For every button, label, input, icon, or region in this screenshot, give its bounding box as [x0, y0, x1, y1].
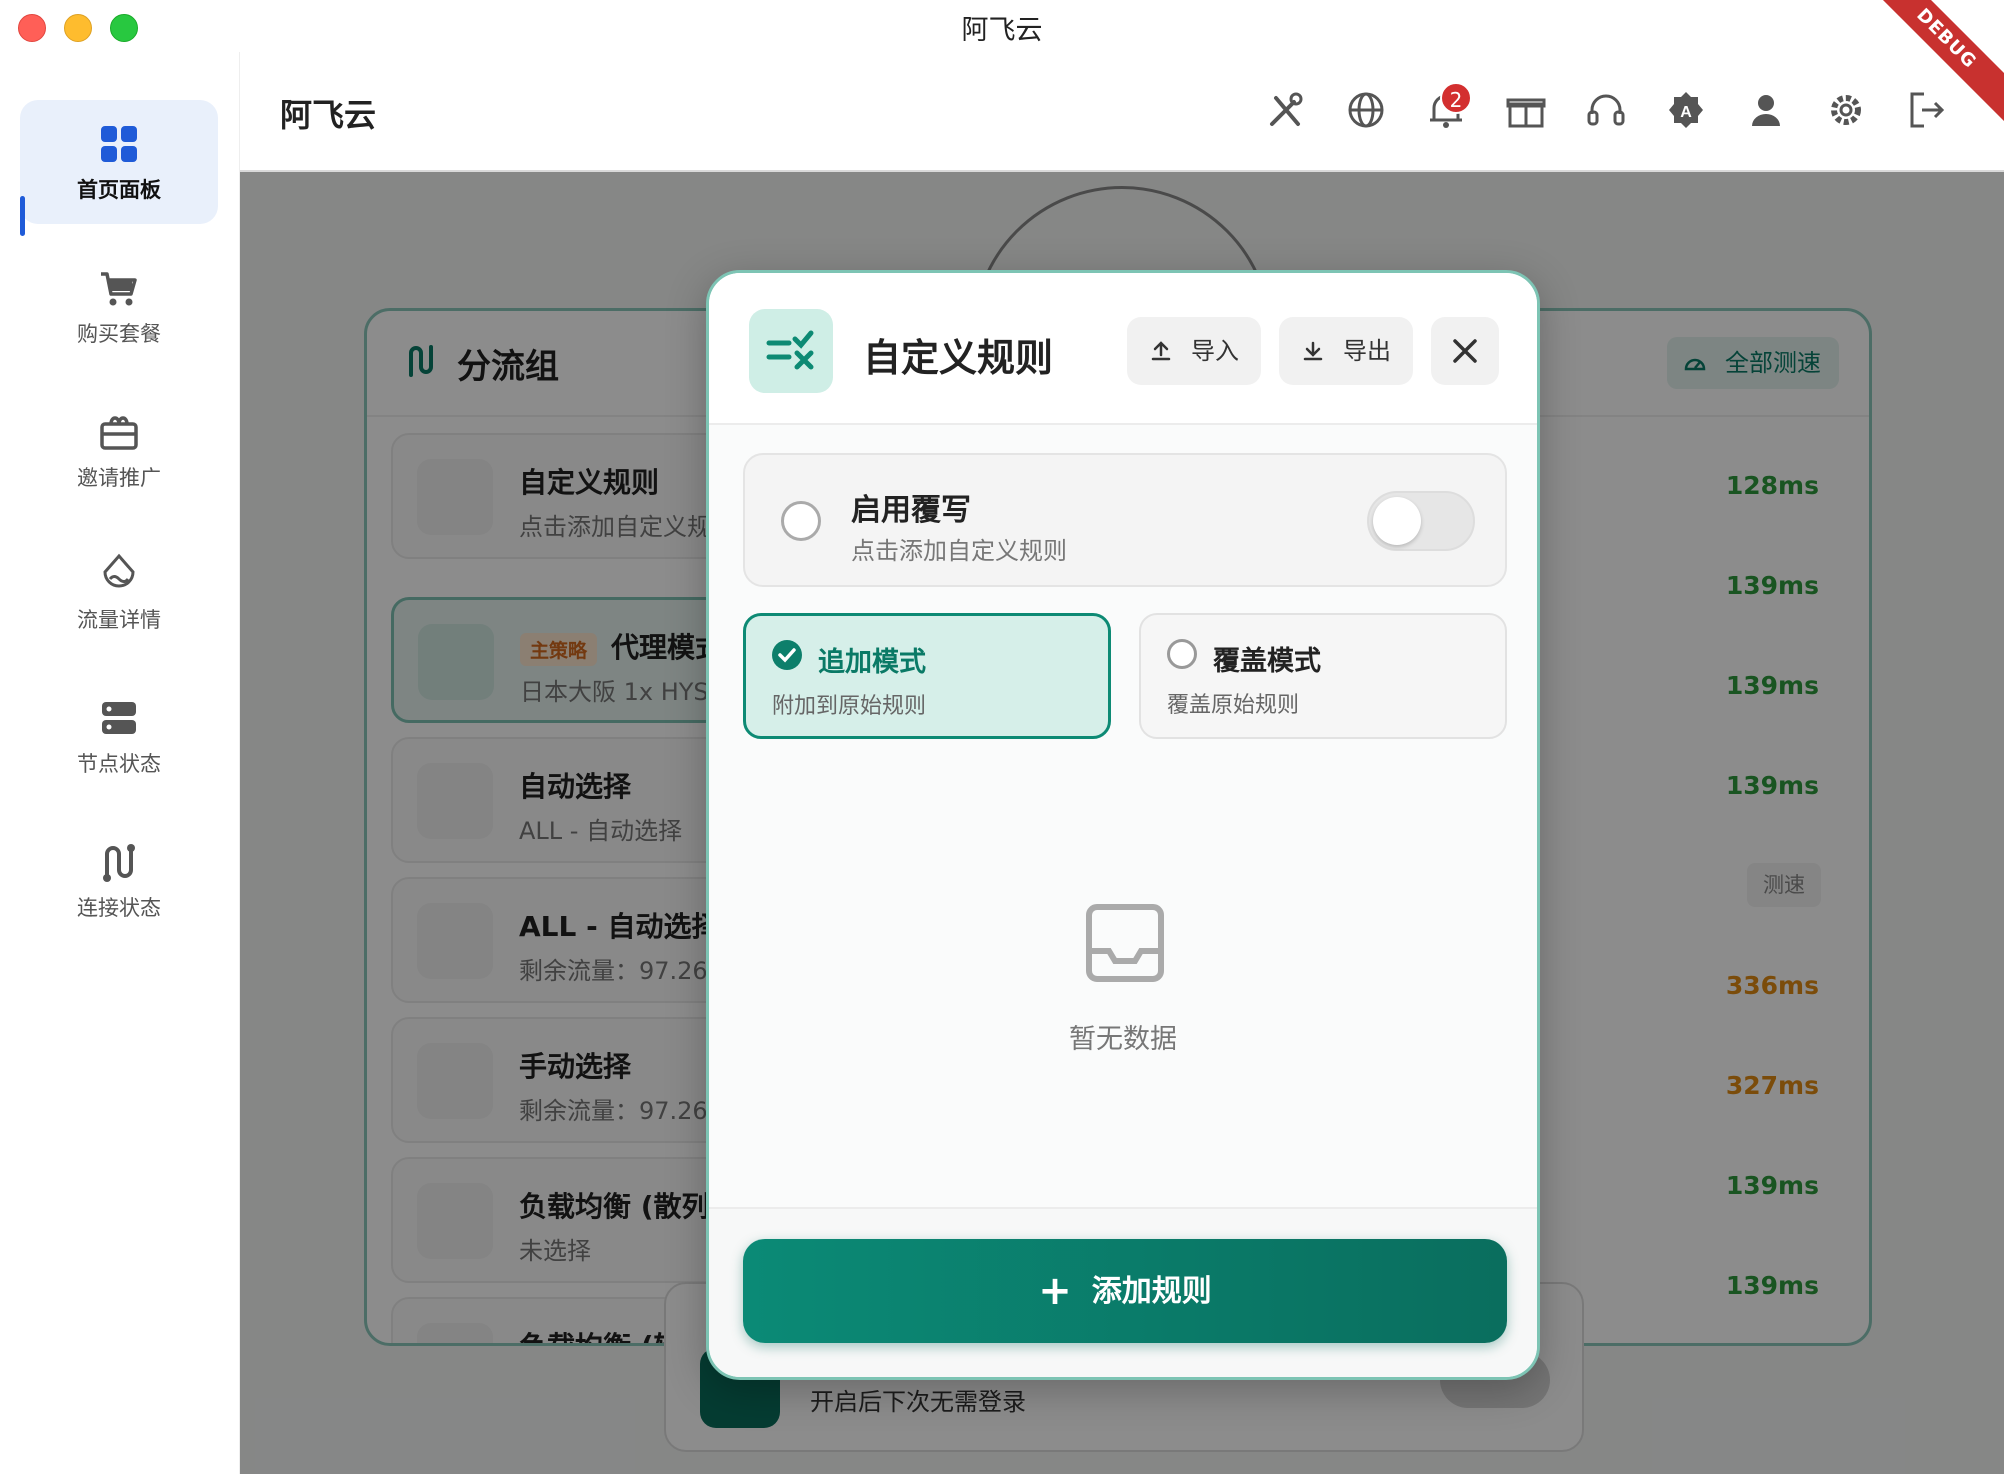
dialog-title: 自定义规则	[863, 336, 1054, 380]
mode-title: 追加模式	[818, 647, 926, 678]
toggle-knob	[1373, 497, 1421, 545]
mode-title: 覆盖模式	[1213, 646, 1321, 677]
upload-icon	[1151, 341, 1171, 361]
page-title: 阿飞云	[280, 96, 377, 134]
custom-rules-dialog: 自定义规则 导入 导出 启用覆写 点击添加自定义规则 追加模式 附加到原始规则 …	[706, 270, 1540, 1380]
override-mode-option[interactable]: 覆盖模式 覆盖原始规则	[1139, 613, 1507, 739]
import-label: 导入	[1191, 337, 1239, 365]
plus-icon: +	[1038, 1268, 1072, 1314]
check-circle-icon	[772, 640, 802, 670]
sidebar-item-label: 流量详情	[77, 608, 161, 632]
mode-subtitle: 覆盖原始规则	[1167, 693, 1300, 718]
rules-icon-tile	[749, 309, 833, 393]
sidebar-item-home[interactable]: 首页面板	[20, 100, 218, 224]
sidebar: 首页面板 购买套餐 邀请推广 流量详情 节点状态 连接状态	[0, 52, 240, 1474]
tools-icon[interactable]	[1264, 88, 1308, 132]
dashboard-grid-icon	[101, 126, 137, 162]
cart-icon	[101, 272, 137, 306]
headset-icon[interactable]	[1584, 88, 1628, 132]
sidebar-item-label: 购买套餐	[77, 322, 161, 346]
user-icon[interactable]	[1744, 88, 1788, 132]
sidebar-item-invite[interactable]: 邀请推广	[20, 388, 218, 512]
sidebar-item-label: 节点状态	[77, 752, 161, 776]
window-titlebar: 阿飞云	[0, 0, 2004, 52]
notification-badge: 2	[1440, 82, 1472, 114]
traffic-drop-icon	[103, 553, 135, 588]
window-title: 阿飞云	[961, 15, 1043, 46]
gift-icon[interactable]	[1504, 88, 1548, 132]
override-subtitle: 点击添加自定义规则	[851, 537, 1067, 565]
override-radio[interactable]	[781, 501, 821, 541]
globe-icon[interactable]	[1344, 88, 1388, 132]
empty-state-text: 暂无数据	[1069, 1024, 1177, 1055]
dialog-header: 自定义规则 导入 导出	[709, 273, 1537, 425]
logout-icon[interactable]	[1904, 88, 1948, 132]
verified-badge-icon[interactable]: A	[1664, 88, 1708, 132]
override-toggle[interactable]	[1367, 491, 1475, 551]
close-button[interactable]	[1431, 317, 1499, 385]
close-icon	[1453, 339, 1477, 363]
dialog-footer: + 添加规则	[709, 1207, 1537, 1377]
sidebar-item-connections[interactable]: 连接状态	[20, 818, 218, 942]
override-setting-card: 启用覆写 点击添加自定义规则	[743, 453, 1507, 587]
route-icon	[103, 844, 135, 882]
sidebar-item-label: 连接状态	[77, 896, 161, 920]
import-button[interactable]: 导入	[1127, 317, 1261, 385]
add-rule-button[interactable]: + 添加规则	[743, 1239, 1507, 1343]
inbox-icon	[1086, 904, 1164, 982]
rules-icon	[766, 330, 814, 370]
svg-text:A: A	[1680, 104, 1692, 121]
app-header: 阿飞云 2 A	[240, 52, 2004, 172]
gear-icon[interactable]	[1824, 88, 1868, 132]
sidebar-item-purchase[interactable]: 购买套餐	[20, 244, 218, 368]
active-indicator	[20, 196, 25, 236]
mode-subtitle: 附加到原始规则	[772, 694, 927, 719]
sidebar-item-label: 邀请推广	[77, 466, 161, 490]
server-icon	[102, 702, 136, 734]
sidebar-item-nodes[interactable]: 节点状态	[20, 674, 218, 798]
radio-icon	[1167, 639, 1197, 669]
sidebar-item-traffic[interactable]: 流量详情	[20, 530, 218, 654]
export-button[interactable]: 导出	[1279, 317, 1413, 385]
add-rule-label: 添加规则	[1091, 1274, 1212, 1309]
export-label: 导出	[1343, 337, 1391, 365]
sidebar-item-label: 首页面板	[77, 178, 161, 202]
download-icon	[1303, 341, 1323, 361]
override-title: 启用覆写	[851, 493, 971, 528]
append-mode-option[interactable]: 追加模式 附加到原始规则	[743, 613, 1111, 739]
gift-box-icon	[100, 416, 138, 450]
